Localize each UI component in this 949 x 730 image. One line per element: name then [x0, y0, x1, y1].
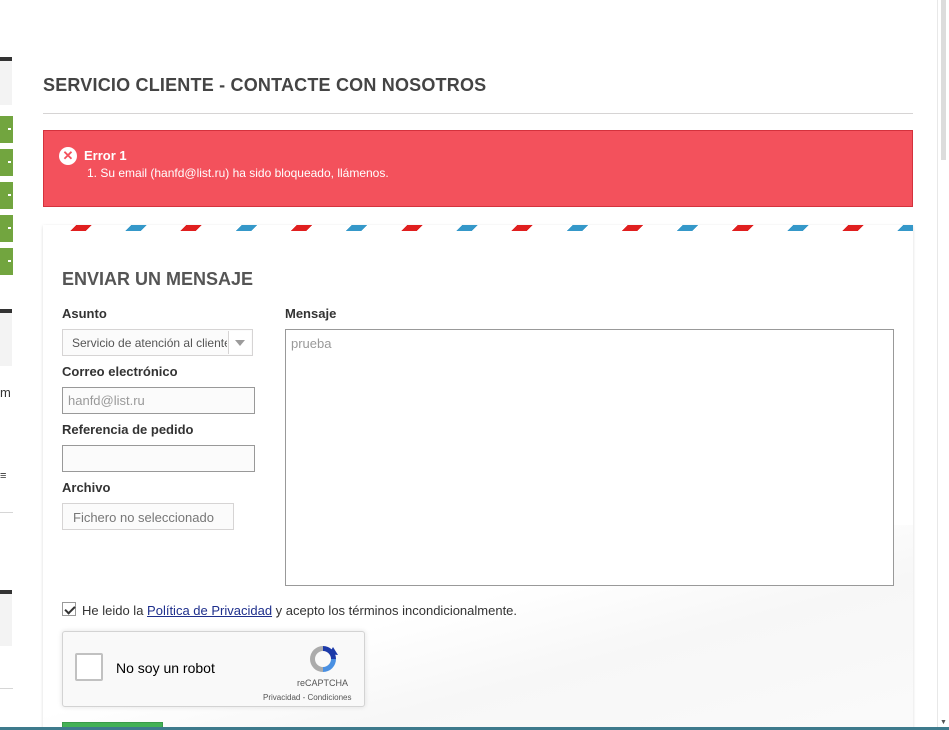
scrollbar-thumb[interactable] [941, 0, 946, 160]
sidebar-green-button[interactable] [0, 149, 13, 179]
message-textarea[interactable]: prueba [285, 329, 894, 586]
error-message: 1. Su email (hanfd@list.ru) ha sido bloq… [87, 166, 389, 180]
sidebar-block [0, 594, 12, 646]
chevron-down-icon[interactable] [228, 331, 251, 354]
recaptcha-brand: reCAPTCHA [297, 678, 349, 688]
recaptcha-label: No soy un robot [116, 660, 215, 676]
page-title: SERVICIO CLIENTE - CONTACTE CON NOSOTROS [43, 75, 487, 95]
title-divider [43, 113, 913, 114]
scroll-down-arrow-icon[interactable]: ▼ [940, 719, 947, 726]
subject-select-value: Servicio de atención al cliente [72, 336, 227, 350]
sidebar-divider [0, 512, 13, 513]
privacy-policy-link[interactable]: Política de Privacidad [147, 603, 272, 618]
order-reference-field[interactable] [62, 445, 255, 472]
sidebar-partial-icon: ≡ [0, 470, 7, 482]
sidebar-divider [0, 688, 13, 689]
privacy-checkbox[interactable] [62, 602, 76, 616]
airmail-border [43, 225, 913, 231]
subject-label: Asunto [62, 306, 107, 321]
sidebar-block [0, 313, 12, 366]
file-input[interactable]: Fichero no seleccionado [62, 503, 234, 530]
message-label: Mensaje [285, 306, 337, 321]
recaptcha-logo-icon [310, 646, 338, 672]
sidebar-green-button[interactable] [0, 116, 13, 146]
privacy-consent-text: He leido la Política de Privacidad y ace… [82, 603, 517, 618]
page: m ≡ SERVICIO CLIENTE - CONTACTE CON NOSO… [0, 0, 949, 730]
error-title: Error 1 [84, 148, 127, 163]
email-field[interactable]: hanfd@list.ru [62, 387, 255, 414]
privacy-prefix: He leido la [82, 603, 148, 618]
vertical-scrollbar[interactable]: ▼ [937, 0, 949, 730]
recaptcha-checkbox[interactable] [75, 653, 103, 681]
close-circle-icon: ✕ [59, 147, 77, 165]
recaptcha-widget: No soy un robot reCAPTCHA Privacidad - C… [62, 631, 365, 707]
form-title: ENVIAR UN MENSAJE [62, 269, 254, 289]
contact-form-card: ENVIAR UN MENSAJE Asunto Servicio de ate… [43, 225, 913, 730]
sidebar-block [0, 61, 12, 105]
sidebar-partial-text: m [0, 385, 11, 400]
subject-select[interactable]: Servicio de atención al cliente [62, 329, 253, 356]
error-alert: ✕ Error 1 1. Su email (hanfd@list.ru) ha… [43, 130, 913, 207]
email-label: Correo electrónico [62, 364, 178, 379]
sidebar-green-button[interactable] [0, 215, 13, 245]
privacy-suffix: y acepto los términos incondicionalmente… [272, 603, 518, 618]
recaptcha-terms-link[interactable]: Privacidad - Condiciones [263, 693, 352, 702]
file-label: Archivo [62, 480, 111, 495]
sidebar-green-button[interactable] [0, 182, 13, 212]
left-sidebar: m ≡ [0, 0, 14, 730]
order-reference-label: Referencia de pedido [62, 422, 194, 437]
sidebar-green-button[interactable] [0, 248, 13, 278]
